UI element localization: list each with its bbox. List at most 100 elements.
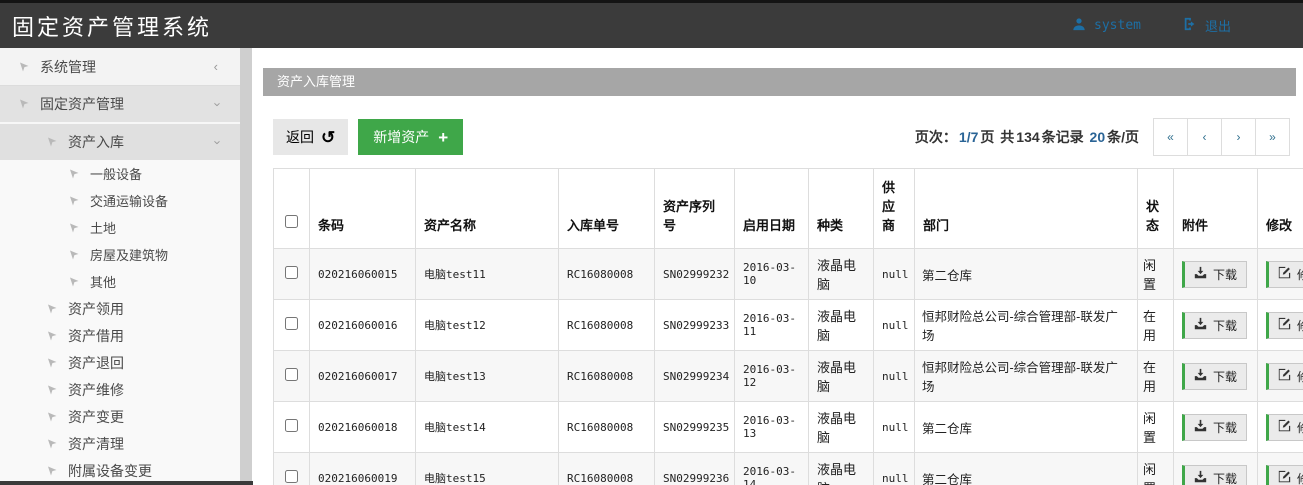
sidebar-item-label: 交通运输设备 <box>90 191 168 210</box>
sidebar-item[interactable]: 土地 <box>0 214 240 241</box>
sidebar-item[interactable]: 一般设备 <box>0 160 240 187</box>
cell-status: 闲置 <box>1138 402 1174 453</box>
cell-asset-name: 电脑test12 <box>416 300 559 351</box>
cell-barcode: 020216060018 <box>310 402 416 453</box>
col-header-supplier: 供应商 <box>874 169 915 249</box>
sidebar-item[interactable]: 资产维修 <box>0 376 240 403</box>
logout-button[interactable]: 退出 <box>1183 16 1231 35</box>
sidebar-item[interactable]: 房屋及建筑物 <box>0 241 240 268</box>
menu-arrow-icon <box>68 276 80 288</box>
menu-arrow-icon <box>46 465 58 477</box>
edit-button[interactable]: 修改 <box>1266 261 1303 288</box>
cell-asset-name: 电脑test15 <box>416 453 559 485</box>
back-button[interactable]: 返回 ↺ <box>273 119 348 155</box>
sidebar-item[interactable]: 资产领用 <box>0 295 240 322</box>
first-page-button[interactable]: « <box>1153 118 1188 156</box>
menu-arrow-icon <box>46 438 58 450</box>
row-checkbox[interactable] <box>285 419 298 432</box>
page-unit: 页 <box>980 129 994 145</box>
col-header-serial-no: 资产序列号 <box>655 169 735 249</box>
sidebar-item-label: 房屋及建筑物 <box>90 245 168 264</box>
cell-department: 恒邦财险总公司-综合管理部-联发广场 <box>915 300 1138 351</box>
prev-page-button[interactable]: ‹ <box>1187 118 1222 156</box>
cell-asset-name: 电脑test13 <box>416 351 559 402</box>
download-label: 下载 <box>1213 470 1237 485</box>
sidebar-item[interactable]: 资产变更 <box>0 403 240 430</box>
undo-icon: ↺ <box>321 129 335 146</box>
cell-order-no: RC16080008 <box>559 300 655 351</box>
download-button[interactable]: 下载 <box>1182 363 1247 390</box>
col-header-order-no: 入库单号 <box>559 169 655 249</box>
sidebar-item[interactable]: 资产清理 <box>0 430 240 457</box>
sidebar-item[interactable]: 固定资产管理‹ <box>0 86 240 124</box>
download-button[interactable]: 下载 <box>1182 414 1247 441</box>
download-button[interactable]: 下载 <box>1182 312 1247 339</box>
sidebar-item[interactable]: 资产退回 <box>0 349 240 376</box>
select-all-checkbox[interactable] <box>285 215 298 228</box>
edit-icon <box>1278 317 1291 333</box>
footer-bar <box>0 481 253 485</box>
menu-arrow-icon <box>18 98 30 110</box>
cell-serial-no: SN02999235 <box>655 402 735 453</box>
edit-button[interactable]: 修改 <box>1266 414 1303 441</box>
add-asset-button[interactable]: 新增资产 + <box>358 119 463 155</box>
cell-type: 液晶电脑 <box>809 300 874 351</box>
edit-button[interactable]: 修改 <box>1266 363 1303 390</box>
download-icon <box>1194 419 1207 435</box>
cell-supplier: null <box>874 402 915 453</box>
next-page-button[interactable]: › <box>1221 118 1256 156</box>
sidebar-item-label: 资产入库 <box>68 132 124 152</box>
cell-status: 闲置 <box>1138 453 1174 485</box>
sidebar-item[interactable]: 资产借用 <box>0 322 240 349</box>
cell-type: 液晶电脑 <box>809 402 874 453</box>
row-checkbox[interactable] <box>285 470 298 483</box>
last-page-button[interactable]: » <box>1255 118 1290 156</box>
edit-icon <box>1278 368 1291 384</box>
page-label: 页次： <box>915 129 957 145</box>
col-header-department: 部门 <box>915 169 1138 249</box>
cell-status: 在用 <box>1138 300 1174 351</box>
cell-asset-name: 电脑test14 <box>416 402 559 453</box>
edit-button[interactable]: 修改 <box>1266 465 1303 485</box>
sidebar-item-label: 资产清理 <box>68 434 124 454</box>
cell-department: 第二仓库 <box>915 402 1138 453</box>
panel-title: 资产入库管理 <box>263 68 1296 96</box>
edit-label: 修改 <box>1297 368 1303 385</box>
row-checkbox[interactable] <box>285 317 298 330</box>
user-menu[interactable]: system <box>1072 17 1141 35</box>
cell-barcode: 020216060017 <box>310 351 416 402</box>
cell-serial-no: SN02999232 <box>655 249 735 300</box>
row-checkbox[interactable] <box>285 368 298 381</box>
chevron-down-icon: ‹ <box>208 140 223 144</box>
sidebar-item[interactable]: 交通运输设备 <box>0 187 240 214</box>
cell-order-no: RC16080008 <box>559 351 655 402</box>
cell-start-date: 2016-03-12 <box>735 351 809 402</box>
sidebar-item[interactable]: 系统管理‹ <box>0 48 240 86</box>
menu-arrow-icon <box>18 61 30 73</box>
edit-icon <box>1278 470 1291 485</box>
perpage-unit: 条/页 <box>1107 129 1139 145</box>
download-button[interactable]: 下载 <box>1182 465 1247 485</box>
perpage-value: 20 <box>1090 129 1106 145</box>
cell-start-date: 2016-03-14 <box>735 453 809 485</box>
menu-arrow-icon <box>46 411 58 423</box>
asset-table-wrap: 条码 资产名称 入库单号 资产序列号 启用日期 种类 供应商 部门 状态 附件 … <box>273 168 1303 485</box>
download-button[interactable]: 下载 <box>1182 261 1247 288</box>
sidebar-item-label: 系统管理 <box>40 57 96 77</box>
cell-department: 恒邦财险总公司-综合管理部-联发广场 <box>915 351 1138 402</box>
add-asset-label: 新增资产 <box>373 127 429 147</box>
header-right: system 退出 <box>1072 16 1231 35</box>
sidebar-item[interactable]: 资产入库 ‹ <box>0 124 240 160</box>
back-label: 返回 <box>286 127 314 147</box>
sidebar-item[interactable]: 附属设备变更 <box>0 457 240 481</box>
app-window: 固定资产管理系统 system 退出 系统管理‹固定资产管理‹资产入库‹一般设备… <box>0 0 1303 485</box>
table-row: 020216060015 电脑test11 RC16080008 SN02999… <box>274 249 1303 300</box>
sidebar-scrollbar[interactable] <box>240 48 252 485</box>
edit-button[interactable]: 修改 <box>1266 312 1303 339</box>
col-header-attachment: 附件 <box>1174 169 1258 249</box>
download-icon <box>1194 266 1207 282</box>
menu-arrow-icon <box>68 249 80 261</box>
sidebar-item[interactable]: 其他 <box>0 268 240 295</box>
row-checkbox[interactable] <box>285 266 298 279</box>
menu-arrow-icon <box>68 222 80 234</box>
